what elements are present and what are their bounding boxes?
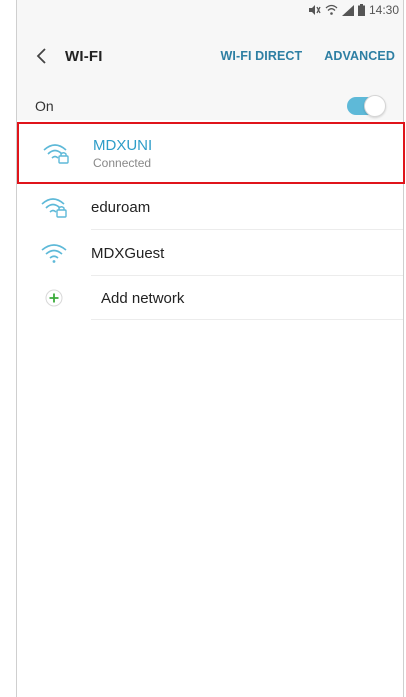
wifi-toggle-switch[interactable] <box>347 95 386 117</box>
network-item-eduroam[interactable]: eduroam <box>17 184 403 230</box>
toggle-knob <box>364 95 386 117</box>
wifi-status-icon <box>325 4 338 16</box>
add-network-button[interactable]: Add network <box>17 276 403 320</box>
wifi-toggle-label: On <box>35 98 54 114</box>
mute-icon <box>308 4 321 16</box>
wifi-direct-button[interactable]: WI-FI DIRECT <box>221 49 303 63</box>
network-name: eduroam <box>91 198 151 216</box>
add-network-label: Add network <box>101 289 185 307</box>
network-status: Connected <box>93 155 152 170</box>
signal-icon <box>341 4 354 16</box>
header-actions: WI-FI DIRECT ADVANCED <box>221 49 403 63</box>
advanced-button[interactable]: ADVANCED <box>324 49 395 63</box>
wifi-icon <box>17 241 91 265</box>
page-title: WI-FI <box>65 47 103 65</box>
network-name: MDXUNI <box>93 136 153 154</box>
network-name: MDXGuest <box>91 244 165 262</box>
status-bar: 14:30 <box>17 0 403 20</box>
divider <box>91 319 403 320</box>
wifi-locked-icon <box>19 141 93 165</box>
wifi-toggle-row[interactable]: On <box>17 92 403 120</box>
network-list: MDXUNI Connected eduroam MDXGuest Add ne… <box>17 122 405 320</box>
phone-screen: 14:30 WI-FI WI-FI DIRECT ADVANCED On MDX… <box>16 0 405 697</box>
app-header: WI-FI WI-FI DIRECT ADVANCED <box>17 20 403 92</box>
network-item-mdxuni[interactable]: MDXUNI Connected <box>17 122 405 184</box>
back-button[interactable] <box>17 20 65 92</box>
network-item-mdxguest[interactable]: MDXGuest <box>17 230 403 276</box>
chevron-left-icon <box>36 48 46 64</box>
plus-circle-icon <box>17 289 91 307</box>
wifi-locked-icon <box>17 195 91 219</box>
battery-icon <box>357 4 365 16</box>
status-time: 14:30 <box>368 3 399 17</box>
